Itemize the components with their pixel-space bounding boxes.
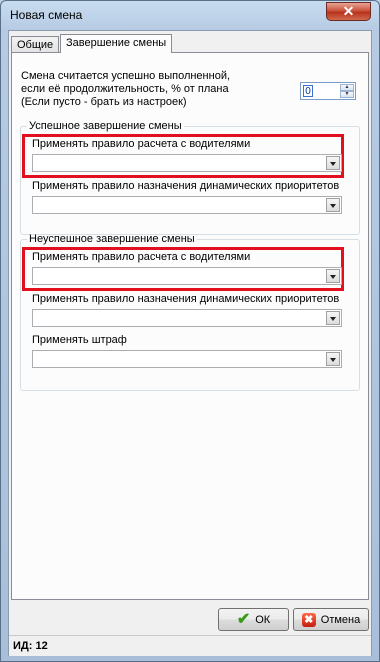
success-priority-rule-label: Применять правило назначения динамически… xyxy=(32,180,340,192)
title-bar[interactable]: Новая смена ✕ xyxy=(1,1,379,29)
chevron-down-icon: ▼ xyxy=(344,91,350,97)
record-id-label: ИД: 12 xyxy=(13,640,48,652)
dialog-client: Общие Завершение смены Смена считается у… xyxy=(8,30,372,656)
tab-label: Общие xyxy=(17,39,54,51)
chevron-down-icon[interactable] xyxy=(326,269,340,283)
chevron-down-icon[interactable] xyxy=(326,311,340,325)
percent-of-plan-spinner[interactable]: 0 ▲ ▼ xyxy=(300,82,356,100)
spin-down-button[interactable]: ▼ xyxy=(340,91,354,98)
chevron-down-icon[interactable] xyxy=(326,198,340,212)
spin-up-button[interactable]: ▲ xyxy=(340,84,354,91)
percent-of-plan-input[interactable]: 0 xyxy=(303,85,313,97)
chevron-down-icon[interactable] xyxy=(326,156,340,170)
close-icon: ✕ xyxy=(342,3,355,19)
checkmark-icon: ✔ xyxy=(236,610,251,628)
dialog-button-bar: ✔ ОК ✖ Отмена xyxy=(9,602,371,632)
chevron-up-icon: ▲ xyxy=(344,84,350,90)
ok-button-label: ОК xyxy=(255,613,271,626)
spinner-buttons: ▲ ▼ xyxy=(340,84,354,98)
tab-panel-shift-completion: Смена считается успешно выполненной, есл… xyxy=(11,52,369,600)
close-button[interactable]: ✕ xyxy=(326,2,371,21)
description-line: (Если пусто - брать из настроек) xyxy=(21,96,187,108)
group-legend: Неуспешное завершение смены xyxy=(29,233,195,245)
tab-shift-completion[interactable]: Завершение смены xyxy=(60,34,173,53)
tab-general[interactable]: Общие xyxy=(11,36,60,52)
dialog-window: Новая смена ✕ Общие Завершение смены Сме… xyxy=(0,0,380,662)
description-line: если её продолжительность, % от плана xyxy=(21,83,229,95)
ok-button[interactable]: ✔ ОК xyxy=(218,608,289,631)
success-threshold-description: Смена считается успешно выполненной, есл… xyxy=(21,70,230,109)
failure-penalty-select[interactable] xyxy=(32,350,342,368)
success-driver-rule-label: Применять правило расчета с водителями xyxy=(32,138,251,150)
group-legend: Успешное завершение смены xyxy=(29,120,182,132)
failure-priority-rule-label: Применять правило назначения динамически… xyxy=(32,293,340,305)
window-title: Новая смена xyxy=(10,8,83,22)
failure-penalty-label: Применять штраф xyxy=(32,334,127,346)
success-priority-rule-select[interactable] xyxy=(32,196,342,214)
failure-priority-rule-select[interactable] xyxy=(32,309,342,327)
success-driver-rule-select[interactable] xyxy=(32,154,342,172)
failure-driver-rule-label: Применять правило расчета с водителями xyxy=(32,251,251,263)
status-bar: ИД: 12 xyxy=(9,635,371,656)
cancel-icon: ✖ xyxy=(301,612,316,627)
tab-label: Завершение смены xyxy=(66,37,167,49)
chevron-down-icon[interactable] xyxy=(326,352,340,366)
cancel-button[interactable]: ✖ Отмена xyxy=(293,608,369,631)
description-line: Смена считается успешно выполненной, xyxy=(21,70,231,82)
failure-driver-rule-select[interactable] xyxy=(32,267,342,285)
cancel-button-label: Отмена xyxy=(320,613,361,626)
